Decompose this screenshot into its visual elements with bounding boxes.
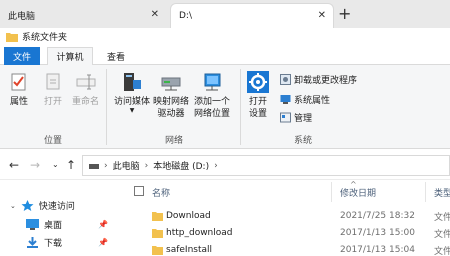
rename-button[interactable]: 重命名: [72, 71, 99, 108]
up-arrow-icon[interactable]: ↑: [66, 158, 76, 172]
column-header-name[interactable]: 名称: [152, 186, 170, 199]
table-row[interactable]: http_download 2017/1/13 15:00 文件: [118, 225, 450, 241]
tab-label: D:\: [179, 11, 192, 21]
access-media-button[interactable]: 访问媒体 ▼: [114, 71, 150, 114]
close-icon[interactable]: ✕: [151, 9, 159, 20]
download-icon: [27, 237, 38, 248]
tab-computer[interactable]: 计算机: [47, 47, 93, 66]
add-network-location-button[interactable]: 添加一个 网络位置: [194, 71, 230, 120]
folder-icon: [6, 32, 18, 42]
navigation-pane: ⌄ 快速访问 桌面 📌 下载 📌: [0, 180, 118, 256]
column-header-row: ^ 名称 修改日期 类型: [118, 180, 450, 204]
properties-icon: [11, 73, 26, 91]
column-divider[interactable]: [331, 182, 332, 202]
network-drive-icon: [161, 77, 181, 91]
open-button[interactable]: 打开: [42, 71, 64, 108]
folder-icon: [152, 246, 163, 255]
system-properties-button[interactable]: 系统属性: [280, 93, 330, 106]
tab-file[interactable]: 文件: [4, 47, 40, 65]
ribbon-separator: [106, 69, 107, 145]
system-group-label: 系统: [294, 136, 313, 146]
nav-desktop[interactable]: 桌面: [26, 218, 62, 231]
tab-d-drive[interactable]: D:\ ✕: [170, 3, 334, 28]
browser-tab-bar: 此电脑 ✕ D:\ ✕ +: [0, 0, 450, 28]
pin-icon[interactable]: 📌: [98, 220, 108, 229]
gear-icon: [247, 71, 269, 93]
programs-icon: [280, 74, 291, 85]
drive-icon: [89, 163, 99, 169]
chevron-down-icon: ▼: [129, 107, 135, 114]
tab-label: 此电脑: [8, 12, 36, 22]
table-row[interactable]: Download 2021/7/25 18:32 文件: [118, 208, 450, 224]
ribbon: 属性 打开 重命名 位置 访问媒体 ▼ 映射网络 驱动器 添加一个 网络位置 网…: [0, 65, 450, 149]
rename-icon: [76, 74, 95, 90]
folder-icon: [152, 212, 163, 221]
pin-icon[interactable]: 📌: [98, 238, 108, 247]
breadcrumb-chevron-icon: ›: [144, 160, 149, 171]
forward-arrow-icon[interactable]: →: [30, 158, 40, 172]
ribbon-tabs: 文件 计算机 查看: [0, 45, 450, 66]
new-tab-icon[interactable]: +: [338, 4, 351, 23]
back-arrow-icon[interactable]: ←: [9, 158, 19, 172]
column-header-type[interactable]: 类型: [434, 186, 450, 199]
folder-icon: [152, 229, 163, 238]
breadcrumb-chevron-icon: ›: [104, 160, 108, 171]
open-icon: [46, 73, 60, 90]
system-properties-icon: [280, 95, 291, 104]
map-network-drive-button[interactable]: 映射网络 驱动器: [153, 71, 189, 120]
nav-quick-access[interactable]: ⌄ 快速访问: [10, 199, 75, 212]
table-row[interactable]: safeInstall 2017/1/13 15:04 文件: [118, 242, 450, 256]
desktop-icon: [26, 219, 39, 230]
chevron-down-icon: ⌄: [10, 201, 16, 210]
window-title: 系统文件夹: [22, 33, 68, 43]
tab-view[interactable]: 查看: [98, 47, 134, 65]
breadcrumb-chevron-icon: ›: [214, 160, 218, 171]
close-icon[interactable]: ✕: [318, 10, 326, 21]
location-group-label: 位置: [44, 136, 63, 146]
column-header-modified[interactable]: 修改日期: [340, 186, 376, 199]
star-icon: [21, 200, 34, 211]
window-title-row: 系统文件夹: [0, 28, 450, 45]
media-server-icon: [124, 73, 141, 91]
address-bar-row: ← → ⌄ ↑ › 此电脑 › 本地磁盘 (D:) ›: [0, 150, 450, 180]
manage-button[interactable]: 管理: [280, 111, 312, 124]
properties-button[interactable]: 属性: [8, 71, 30, 108]
network-group-label: 网络: [165, 136, 184, 146]
network-location-icon: [204, 73, 221, 91]
nav-downloads[interactable]: 下载: [26, 236, 62, 249]
manage-icon: [280, 112, 291, 123]
column-divider[interactable]: [425, 182, 426, 202]
ribbon-separator: [240, 69, 241, 145]
address-input[interactable]: › 此电脑 › 本地磁盘 (D:) ›: [82, 155, 450, 176]
open-settings-button[interactable]: 打开 设置: [247, 71, 269, 120]
uninstall-programs-button[interactable]: 卸载或更改程序: [280, 73, 357, 86]
breadcrumb-d-drive[interactable]: 本地磁盘 (D:): [153, 159, 209, 172]
recent-locations-chevron-icon[interactable]: ⌄: [52, 160, 59, 169]
breadcrumb-this-pc[interactable]: 此电脑: [113, 159, 140, 172]
select-all-checkbox[interactable]: [134, 186, 144, 196]
tab-this-pc[interactable]: 此电脑 ✕: [0, 3, 166, 28]
